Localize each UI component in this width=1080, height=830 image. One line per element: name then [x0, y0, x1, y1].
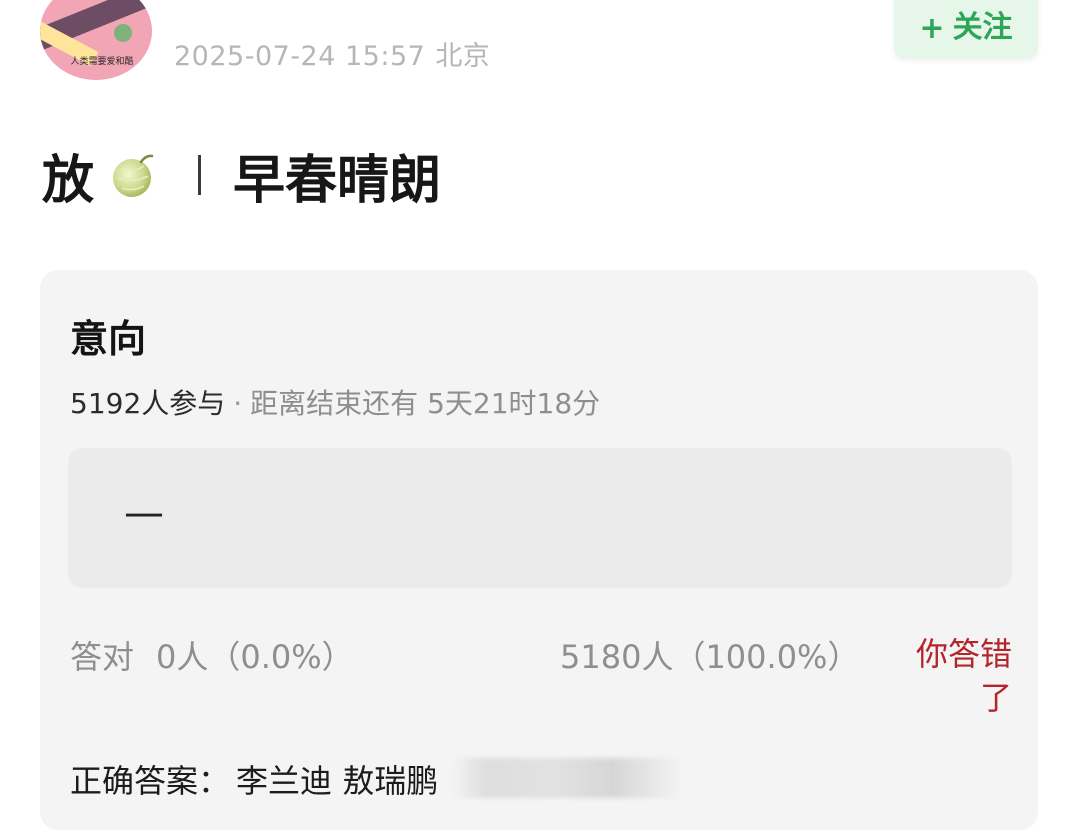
title-prefix: 放 [42, 150, 95, 211]
poll-title: 意向 [70, 317, 147, 361]
stats-separator: · [233, 387, 243, 420]
avatar-caption: 人类需要爱和酷 [70, 57, 134, 67]
follow-button[interactable]: + 关注 [894, 0, 1038, 58]
follow-label: 关注 [952, 10, 1013, 45]
correct-result: 答对 0人（0.0%） [70, 632, 354, 678]
watermark-blur [452, 758, 682, 798]
wrong-count: 5180人（100.0%） [560, 638, 860, 676]
post-timestamp: 2025-07-24 15:57 [174, 41, 426, 72]
correct-count: 0人（0.0%） [156, 638, 354, 676]
countdown: 距离结束还有 5天21时18分 [250, 387, 601, 420]
title-main: 早春晴朗 [233, 150, 442, 211]
title-divider [198, 155, 202, 195]
frog-icon [114, 24, 132, 42]
poll-card: 意向 5192人参与 · 距离结束还有 5天21时18分 — 答对 0人（0.0%） … [40, 270, 1038, 830]
post-location: 北京 [435, 41, 491, 72]
correct-answer: 正确答案： 李兰迪 敖瑞鹏 [70, 756, 438, 802]
poll-stats: 5192人参与 · 距离结束还有 5天21时18分 [70, 382, 600, 422]
post-meta: 2025-07-24 15:57 北京 [174, 34, 490, 73]
correct-answer-value: 李兰迪 敖瑞鹏 [236, 762, 439, 800]
wrong-notice: 你答错了 [915, 635, 1012, 717]
post-title: 放 早春晴朗 [42, 140, 442, 211]
answer-box[interactable]: — [68, 448, 1012, 588]
plus-icon: + [919, 11, 945, 46]
correct-label: 答对 [70, 638, 135, 676]
participant-count: 5192人参与 [70, 387, 226, 420]
avatar[interactable]: 人类需要爱和酷 [40, 0, 152, 80]
melon-icon [108, 152, 158, 198]
answer-value: — [124, 490, 164, 536]
correct-answer-label: 正确答案： [70, 762, 231, 800]
